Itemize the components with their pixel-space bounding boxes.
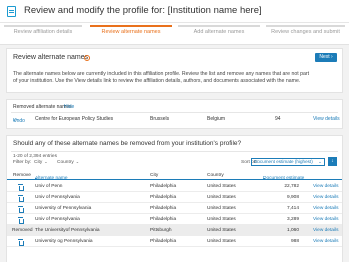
row-country: United States — [207, 228, 236, 233]
row-country: United States — [207, 239, 236, 244]
sort-dropdown[interactable]: Document estimate (highest) ⌄ — [251, 158, 325, 166]
step-label: Review changes and submit — [271, 29, 340, 35]
alternate-names-card: Should any of these alternate names be r… — [6, 135, 343, 262]
document-icon — [7, 6, 16, 17]
row-country: United States — [207, 217, 236, 222]
row-docs: 9,908 — [286, 195, 299, 200]
country-filter-label: Country — [57, 160, 74, 165]
step-review-affiliation-details[interactable]: Review affiliation details — [4, 23, 82, 45]
table-row: Removed The Universityof Pennsylvania Pitt… — [7, 225, 342, 236]
view-details-link[interactable]: View details — [313, 217, 339, 222]
removed-country: Belgium — [207, 116, 226, 122]
progress-steps: Review affiliation details Review altern… — [0, 23, 349, 45]
view-details-link[interactable]: View details — [313, 184, 339, 189]
row-city: Philadelphia — [150, 239, 177, 244]
view-details-link[interactable]: View details — [313, 116, 340, 122]
sort-down-icon: ↓ — [331, 158, 334, 164]
sort-direction-button[interactable]: ↓ — [328, 157, 337, 166]
chevron-down-icon: ⌄ — [318, 159, 322, 164]
next-arrow-icon: › — [331, 54, 333, 60]
row-city: Philadelphia — [150, 184, 177, 189]
row-city: Philadelphia — [150, 206, 177, 211]
divider — [11, 151, 338, 152]
country-filter-dropdown[interactable]: Country ⌄ — [57, 159, 79, 166]
chevron-down-icon: ⌄ — [44, 159, 48, 164]
table-row: University og Pennsylvania Philadelphia Un… — [7, 236, 342, 247]
divider — [11, 112, 338, 113]
table-row: Univ of Pennsylvania Philadelphia United S… — [7, 192, 342, 203]
row-name: The Universityof Pennsylvania — [35, 228, 100, 233]
view-details-link[interactable]: View details — [313, 239, 339, 244]
undo-label: Undo — [13, 118, 25, 124]
city-filter-dropdown[interactable]: City ⌄ — [34, 159, 48, 166]
removed-heading: Removed alternate names — [13, 104, 72, 110]
col-city[interactable]: City — [150, 173, 158, 178]
row-name: Univ of Penn — [35, 184, 63, 189]
table-row: Univ of Pennsylvania Philadelphia United S… — [7, 214, 342, 225]
row-docs: 3,289 — [286, 217, 299, 222]
row-city: Philadelphia — [150, 195, 177, 200]
table-row: Univ of Penn Philadelphia United States 22,… — [7, 181, 342, 192]
filter-label: Filter by: — [13, 160, 32, 165]
row-name: Univ of Pennsylvania — [35, 217, 80, 222]
info-icon[interactable]: i — [84, 55, 90, 61]
col-country[interactable]: Country — [207, 173, 224, 178]
row-country: United States — [207, 184, 236, 189]
row-name: University of Pennsylvania — [35, 206, 92, 211]
step-label: Add alternate names — [193, 29, 245, 35]
removed-row: ↶ Undo Centre for European Policy Studie… — [7, 114, 342, 124]
removed-names-card: Removed alternate names Hide ↶ Undo Cent… — [6, 99, 343, 129]
step-add-alternate-names[interactable]: Add alternate names — [178, 23, 260, 45]
row-name: Univ of Pennsylvania — [35, 195, 80, 200]
col-remove: Remove — [13, 173, 31, 178]
row-country: United States — [207, 206, 236, 211]
step-bar — [90, 25, 172, 27]
step-label: Review affiliation details — [13, 29, 73, 35]
intro-card: Review alternate names i Next › The alte… — [6, 48, 343, 93]
row-docs: 1,060 — [286, 228, 299, 233]
page-title: Review and modify the profile for: [Inst… — [24, 5, 262, 16]
intro-paragraph: The alternate names below are currently … — [13, 71, 310, 84]
view-details-link[interactable]: View details — [313, 206, 339, 211]
list-heading: Should any of these alternate names be r… — [13, 140, 242, 147]
trash-icon[interactable] — [18, 195, 24, 202]
removed-docs: 94 — [275, 116, 281, 122]
city-filter-label: City — [34, 160, 43, 165]
trash-icon[interactable] — [18, 206, 24, 213]
next-button[interactable]: Next › — [315, 53, 337, 62]
trash-icon[interactable] — [18, 184, 24, 191]
step-label: Review alternate names — [101, 29, 161, 35]
row-docs: 22,782 — [284, 184, 299, 189]
trash-icon[interactable] — [18, 239, 24, 246]
row-city: Pittsburgh — [150, 228, 172, 233]
step-bar — [266, 25, 345, 27]
step-bar — [178, 25, 260, 27]
next-button-label: Next — [319, 54, 330, 60]
chevron-down-icon: ⌄ — [75, 159, 80, 164]
step-bar — [4, 25, 82, 27]
removed-name: Centre for European Policy Studies — [35, 116, 114, 122]
view-details-link[interactable]: View details — [313, 228, 339, 233]
table-header: Remove Alternate name ▾ City Country Doc… — [7, 170, 342, 181]
table-row: University of Pennsylvania Philadelphia Un… — [7, 203, 342, 214]
row-docs: 7,414 — [286, 206, 299, 211]
row-name: University og Pennsylvania — [35, 239, 93, 244]
page-header: Review and modify the profile for: [Inst… — [0, 0, 349, 23]
row-state: Removed — [12, 228, 33, 233]
section-heading: Review alternate names — [13, 54, 89, 61]
hide-link[interactable]: Hide — [64, 104, 74, 110]
step-review-changes-and-submit[interactable]: Review changes and submit — [266, 23, 345, 45]
trash-icon[interactable] — [18, 217, 24, 224]
sort-value: Document estimate (highest) — [254, 159, 313, 164]
row-country: United States — [207, 195, 236, 200]
row-docs: 988 — [290, 239, 299, 244]
step-review-alternate-names[interactable]: Review alternate names — [90, 23, 172, 45]
row-city: Philadelphia — [150, 217, 177, 222]
removed-city: Brussels — [150, 116, 170, 122]
view-details-link[interactable]: View details — [313, 195, 339, 200]
